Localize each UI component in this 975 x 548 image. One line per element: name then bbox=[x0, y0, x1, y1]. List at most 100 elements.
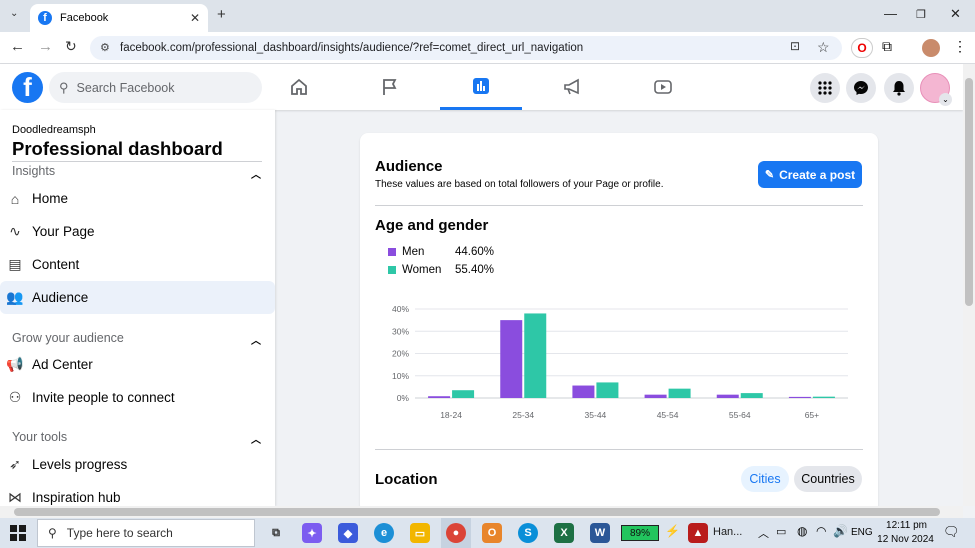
nav-ads-tab[interactable] bbox=[531, 64, 613, 110]
bar-chart-icon bbox=[473, 77, 489, 94]
tray-network-icon[interactable]: ◍ bbox=[797, 524, 807, 538]
tab-close-icon[interactable]: ✕ bbox=[190, 11, 200, 25]
messenger-button[interactable] bbox=[846, 73, 876, 103]
sidebar-item-home[interactable]: ⌂ Home bbox=[4, 182, 272, 215]
nav-pages-tab[interactable] bbox=[349, 64, 431, 110]
sidebar-item-invite[interactable]: ⚇ Invite people to connect bbox=[4, 381, 272, 414]
nav-dashboard-tab[interactable] bbox=[440, 64, 522, 110]
bar-men-45-54 bbox=[644, 394, 667, 398]
browser-toolbar: ← → ↻ ⚙ facebook.com/professional_dashbo… bbox=[0, 32, 975, 64]
windows-start-icon[interactable] bbox=[10, 525, 26, 546]
taskbar-search-input[interactable]: ⚲ Type here to search bbox=[37, 519, 255, 547]
menu-grid-button[interactable] bbox=[810, 73, 840, 103]
notification-center-icon[interactable]: 🗨 bbox=[943, 524, 960, 540]
bar-men-55-64 bbox=[716, 394, 739, 398]
account-chevron-icon[interactable]: ⌄ bbox=[939, 93, 952, 106]
battery-indicator[interactable]: 89% bbox=[621, 525, 659, 541]
taskbar-search-placeholder: Type here to search bbox=[66, 526, 173, 540]
y-tick-label: 40% bbox=[392, 304, 409, 314]
nav-home-tab[interactable] bbox=[258, 64, 340, 110]
sidebar-item-levels-progress[interactable]: ➶ Levels progress bbox=[4, 448, 272, 481]
task-view-icon[interactable]: ⧉ bbox=[266, 523, 286, 543]
nav-video-tab[interactable] bbox=[622, 64, 704, 110]
cities-tab[interactable]: Cities bbox=[741, 466, 789, 492]
install-app-icon[interactable]: ⊡ bbox=[790, 39, 800, 53]
bar-men-25-34 bbox=[500, 320, 523, 398]
edge-icon[interactable]: e bbox=[374, 523, 394, 543]
legend-women-swatch bbox=[388, 266, 396, 274]
x-tick-label: 65+ bbox=[805, 410, 819, 420]
sidebar-item-content[interactable]: ▤ Content bbox=[4, 248, 272, 281]
create-post-label: Create a post bbox=[779, 167, 856, 182]
sidebar-item-audience[interactable]: 👥 Audience bbox=[0, 281, 275, 314]
bar-women-45-54 bbox=[668, 388, 691, 398]
forward-icon[interactable]: → bbox=[38, 38, 53, 55]
bookmark-star-icon[interactable]: ☆ bbox=[817, 39, 830, 56]
bar-women-35-44 bbox=[596, 382, 619, 398]
excel-icon[interactable]: X bbox=[554, 523, 574, 543]
sidebar-item-ad-center[interactable]: 📢 Ad Center bbox=[4, 348, 272, 381]
menu-dots-icon[interactable]: ⋮ bbox=[953, 38, 967, 55]
chrome-icon[interactable]: ● bbox=[446, 523, 466, 543]
insights-collapse-icon[interactable]: ︿ bbox=[251, 166, 261, 181]
app-window-label[interactable]: Han... bbox=[713, 526, 742, 538]
facebook-favicon-icon: f bbox=[38, 11, 52, 25]
create-post-button[interactable]: ✎ Create a post bbox=[758, 161, 862, 188]
close-window-icon[interactable]: ✕ bbox=[950, 6, 961, 22]
wifi-icon[interactable]: ◠ bbox=[816, 524, 826, 538]
search-input[interactable]: ⚲ Search Facebook bbox=[49, 72, 262, 103]
word-icon[interactable]: W bbox=[590, 523, 610, 543]
opera-extension-icon[interactable]: O bbox=[851, 38, 873, 58]
app-icon[interactable]: ◆ bbox=[338, 523, 358, 543]
site-info-icon[interactable]: ⚙ bbox=[100, 41, 110, 54]
sidebar-item-your-page[interactable]: ∿ Your Page bbox=[4, 215, 272, 248]
skype-icon[interactable]: S bbox=[518, 523, 538, 543]
tray-battery-icon[interactable]: ▭ bbox=[776, 525, 786, 538]
bow-icon: ⋈ bbox=[8, 489, 22, 505]
app-window-icon[interactable]: ▲ bbox=[688, 523, 708, 543]
back-icon[interactable]: ← bbox=[10, 38, 25, 55]
minimize-icon[interactable]: — bbox=[884, 6, 897, 21]
content-icon: ▤ bbox=[8, 256, 22, 272]
bar-women-65+ bbox=[812, 396, 835, 398]
facebook-logo[interactable]: f bbox=[12, 72, 43, 103]
new-tab-button[interactable]: + bbox=[217, 6, 226, 23]
card-subtitle: These values are based on total follower… bbox=[375, 179, 664, 190]
x-tick-label: 35-44 bbox=[585, 410, 607, 420]
vertical-scrollbar-thumb[interactable] bbox=[965, 78, 973, 306]
sidebar-item-label: Your Page bbox=[32, 224, 95, 239]
sidebar-item-label: Content bbox=[32, 257, 80, 272]
y-tick-label: 30% bbox=[392, 326, 409, 336]
file-explorer-icon[interactable]: ▭ bbox=[410, 523, 430, 543]
tools-collapse-icon[interactable]: ︿ bbox=[251, 431, 261, 446]
outlook-icon[interactable]: O bbox=[482, 523, 502, 543]
y-tick-label: 10% bbox=[392, 371, 409, 381]
restore-icon[interactable]: ❐ bbox=[916, 8, 926, 21]
horizontal-scrollbar-thumb[interactable] bbox=[14, 508, 940, 516]
notifications-button[interactable] bbox=[884, 73, 914, 103]
edit-icon: ✎ bbox=[764, 169, 775, 181]
grow-collapse-icon[interactable]: ︿ bbox=[251, 332, 261, 347]
grow-section-label: Grow your audience bbox=[12, 331, 124, 345]
copilot-icon[interactable]: ✦ bbox=[302, 523, 322, 543]
tray-chevron-icon[interactable]: ︿ bbox=[758, 525, 769, 541]
invite-icon: ⚇ bbox=[8, 389, 22, 405]
y-tick-label: 20% bbox=[392, 349, 409, 359]
legend-men-swatch bbox=[388, 248, 396, 256]
clock-time[interactable]: 12:11 pm bbox=[884, 520, 929, 531]
clock-date[interactable]: 12 Nov 2024 bbox=[877, 534, 934, 545]
x-tick-label: 25-34 bbox=[512, 410, 534, 420]
sidebar-item-inspiration-hub[interactable]: ⋈ Inspiration hub bbox=[4, 481, 272, 506]
rocket-icon: ➶ bbox=[9, 456, 21, 472]
address-bar[interactable]: ⚙ facebook.com/professional_dashboard/in… bbox=[90, 36, 842, 60]
flag-icon bbox=[383, 79, 397, 95]
language-indicator[interactable]: ENG bbox=[851, 527, 873, 538]
reload-icon[interactable]: ↻ bbox=[65, 38, 77, 55]
tab-search-icon[interactable]: ⌄ bbox=[10, 8, 18, 19]
profile-avatar-icon[interactable] bbox=[922, 39, 940, 57]
legend-men-value: 44.60% bbox=[455, 246, 495, 258]
browser-tab[interactable]: f Facebook ✕ bbox=[30, 4, 208, 32]
extensions-icon[interactable]: ⧉ bbox=[882, 38, 892, 55]
volume-icon[interactable]: 🔊 bbox=[833, 524, 848, 538]
countries-tab[interactable]: Countries bbox=[794, 466, 862, 492]
